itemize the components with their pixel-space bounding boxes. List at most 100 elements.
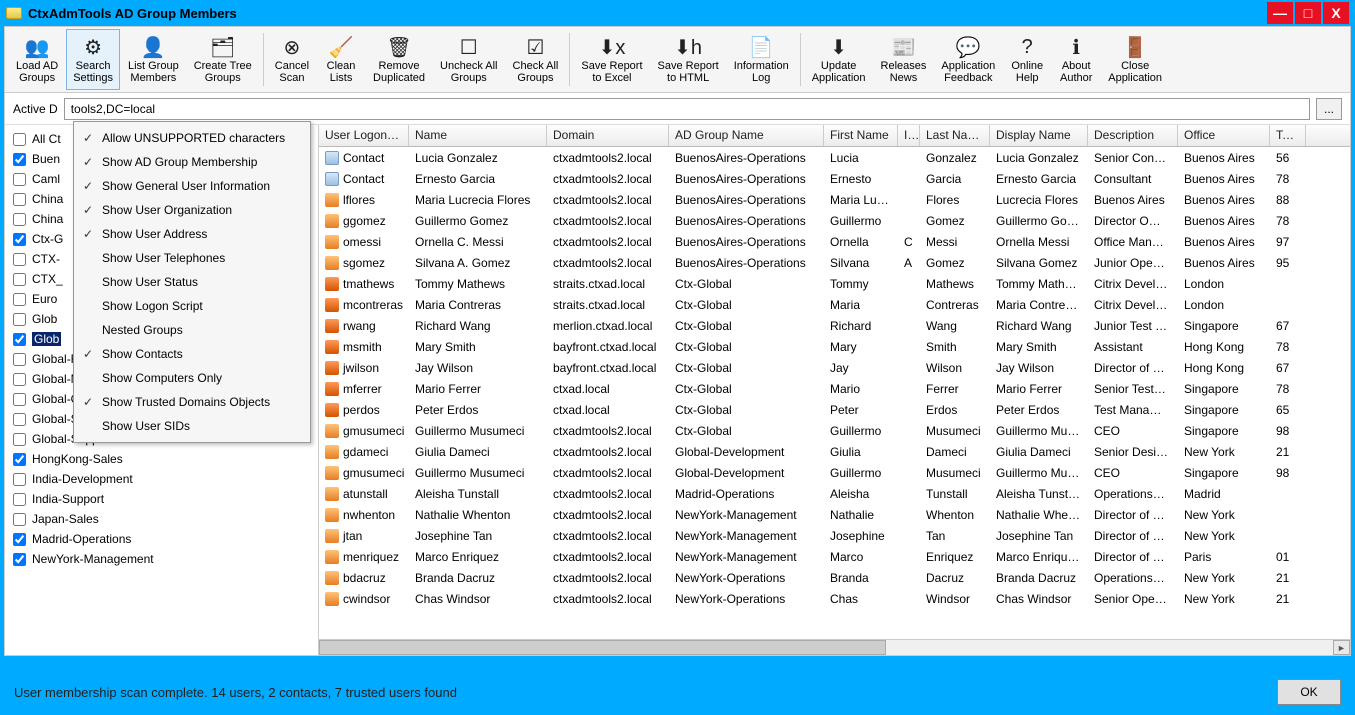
column-header[interactable]: User Logon…	[319, 125, 409, 146]
about-author-button[interactable]: ℹAbout Author	[1052, 29, 1100, 90]
table-row[interactable]: gdameciGiulia Damecictxadmtools2.localGl…	[319, 441, 1350, 462]
check-all-groups-button[interactable]: ☑Check All Groups	[506, 29, 566, 90]
table-row[interactable]: perdosPeter Erdosctxad.localCtx-GlobalPe…	[319, 399, 1350, 420]
list-group-members-button[interactable]: 👤List Group Members	[121, 29, 186, 90]
search-settings-button[interactable]: ⚙Search Settings	[66, 29, 120, 90]
menu-item[interactable]: Nested Groups	[74, 318, 310, 342]
table-row[interactable]: gmusumeciGuillermo Musumecictxadmtools2.…	[319, 462, 1350, 483]
table-row[interactable]: tmathewsTommy Mathewsstraits.ctxad.local…	[319, 273, 1350, 294]
column-header[interactable]: Description	[1088, 125, 1178, 146]
group-checkbox[interactable]	[13, 373, 26, 386]
table-row[interactable]: atunstallAleisha Tunstallctxadmtools2.lo…	[319, 483, 1350, 504]
minimize-button[interactable]: —	[1267, 2, 1293, 24]
close-application-button[interactable]: 🚪Close Application	[1101, 29, 1169, 90]
table-row[interactable]: omessiOrnella C. Messictxadmtools2.local…	[319, 231, 1350, 252]
menu-item[interactable]: ✓Show User Organization	[74, 198, 310, 222]
table-row[interactable]: sgomezSilvana A. Gomezctxadmtools2.local…	[319, 252, 1350, 273]
group-checkbox[interactable]	[13, 173, 26, 186]
group-checkbox[interactable]	[13, 153, 26, 166]
column-header[interactable]: Te…	[1270, 125, 1306, 146]
load-ad-groups-button[interactable]: 👥Load AD Groups	[9, 29, 65, 90]
menu-item[interactable]: ✓Show AD Group Membership	[74, 150, 310, 174]
table-row[interactable]: bdacruzBranda Dacruzctxadmtools2.localNe…	[319, 567, 1350, 588]
column-header[interactable]: First Name	[824, 125, 898, 146]
group-checkbox[interactable]	[13, 553, 26, 566]
create-tree-groups-button[interactable]: 🗂Create Tree Groups	[187, 29, 259, 90]
group-checkbox[interactable]	[13, 193, 26, 206]
group-checkbox[interactable]	[13, 313, 26, 326]
column-header[interactable]: AD Group Name	[669, 125, 824, 146]
group-checkbox[interactable]	[13, 493, 26, 506]
scroll-thumb[interactable]	[319, 640, 886, 655]
column-header[interactable]: Display Name	[990, 125, 1088, 146]
group-checkbox[interactable]	[13, 233, 26, 246]
group-checkbox[interactable]	[13, 353, 26, 366]
releases-news-button[interactable]: 📰Releases News	[874, 29, 934, 90]
uncheck-all-groups-button[interactable]: ☐Uncheck All Groups	[433, 29, 504, 90]
menu-item[interactable]: ✓Show Contacts	[74, 342, 310, 366]
application-feedback-button[interactable]: 💬Application Feedback	[934, 29, 1002, 90]
grid-body[interactable]: ContactLucia Gonzalezctxadmtools2.localB…	[319, 147, 1350, 639]
column-header[interactable]: Last Na…	[920, 125, 990, 146]
browse-button[interactable]: ...	[1316, 98, 1342, 120]
table-row[interactable]: ContactLucia Gonzalezctxadmtools2.localB…	[319, 147, 1350, 168]
table-row[interactable]: ContactErnesto Garciactxadmtools2.localB…	[319, 168, 1350, 189]
save-report-excel-button[interactable]: ⬇xSave Report to Excel	[574, 29, 649, 90]
group-checkbox[interactable]	[13, 473, 26, 486]
column-header[interactable]: Office	[1178, 125, 1270, 146]
group-item[interactable]: Madrid-Operations	[11, 529, 312, 549]
update-application-button[interactable]: ⬇Update Application	[805, 29, 873, 90]
menu-item[interactable]: ✓Show User Address	[74, 222, 310, 246]
table-row[interactable]: menriquezMarco Enriquezctxadmtools2.loca…	[319, 546, 1350, 567]
information-log-button[interactable]: 📄Information Log	[727, 29, 796, 90]
table-row[interactable]: gmusumeciGuillermo Musumecictxadmtools2.…	[319, 420, 1350, 441]
menu-item[interactable]: Show Logon Script	[74, 294, 310, 318]
group-checkbox[interactable]	[13, 453, 26, 466]
table-row[interactable]: jtanJosephine Tanctxadmtools2.localNewYo…	[319, 525, 1350, 546]
group-item[interactable]: HongKong-Sales	[11, 449, 312, 469]
menu-item[interactable]: ✓Allow UNSUPPORTED characters	[74, 126, 310, 150]
group-item[interactable]: India-Support	[11, 489, 312, 509]
group-checkbox[interactable]	[13, 333, 26, 346]
group-checkbox[interactable]	[13, 213, 26, 226]
remove-duplicated-button[interactable]: 🗑Remove Duplicated	[366, 29, 432, 90]
group-checkbox[interactable]	[13, 413, 26, 426]
cancel-scan-button[interactable]: ⊗Cancel Scan	[268, 29, 316, 90]
table-row[interactable]: lfloresMaria Lucrecia Floresctxadmtools2…	[319, 189, 1350, 210]
table-row[interactable]: mcontrerasMaria Contrerasstraits.ctxad.l…	[319, 294, 1350, 315]
column-header[interactable]: I…	[898, 125, 920, 146]
group-checkbox[interactable]	[13, 133, 26, 146]
close-button[interactable]: X	[1323, 2, 1349, 24]
horizontal-scrollbar[interactable]: ◄ ►	[319, 639, 1350, 656]
directory-path-input[interactable]	[64, 98, 1310, 120]
column-header[interactable]: Name	[409, 125, 547, 146]
group-checkbox[interactable]	[13, 273, 26, 286]
table-row[interactable]: msmithMary Smithbayfront.ctxad.localCtx-…	[319, 336, 1350, 357]
save-report-html-button[interactable]: ⬇hSave Report to HTML	[651, 29, 726, 90]
group-item[interactable]: India-Development	[11, 469, 312, 489]
menu-item[interactable]: Show User SIDs	[74, 414, 310, 438]
group-checkbox[interactable]	[13, 253, 26, 266]
table-row[interactable]: mferrerMario Ferrerctxad.localCtx-Global…	[319, 378, 1350, 399]
online-help-button[interactable]: ?Online Help	[1003, 29, 1051, 90]
group-checkbox[interactable]	[13, 513, 26, 526]
maximize-button[interactable]: □	[1295, 2, 1321, 24]
group-item[interactable]: NewYork-Management	[11, 549, 312, 569]
group-checkbox[interactable]	[13, 393, 26, 406]
menu-item[interactable]: Show User Telephones	[74, 246, 310, 270]
menu-item[interactable]: Show User Status	[74, 270, 310, 294]
table-row[interactable]: rwangRichard Wangmerlion.ctxad.localCtx-…	[319, 315, 1350, 336]
group-checkbox[interactable]	[13, 433, 26, 446]
menu-item[interactable]: ✓Show Trusted Domains Objects	[74, 390, 310, 414]
menu-item[interactable]: ✓Show General User Information	[74, 174, 310, 198]
table-row[interactable]: ggomezGuillermo Gomezctxadmtools2.localB…	[319, 210, 1350, 231]
group-checkbox[interactable]	[13, 533, 26, 546]
menu-item[interactable]: Show Computers Only	[74, 366, 310, 390]
table-row[interactable]: nwhentonNathalie Whentonctxadmtools2.loc…	[319, 504, 1350, 525]
ok-button[interactable]: OK	[1277, 679, 1341, 705]
table-row[interactable]: cwindsorChas Windsorctxadmtools2.localNe…	[319, 588, 1350, 609]
table-row[interactable]: jwilsonJay Wilsonbayfront.ctxad.localCtx…	[319, 357, 1350, 378]
scroll-right-arrow[interactable]: ►	[1333, 640, 1350, 655]
column-header[interactable]: Domain	[547, 125, 669, 146]
clean-lists-button[interactable]: 🧹Clean Lists	[317, 29, 365, 90]
